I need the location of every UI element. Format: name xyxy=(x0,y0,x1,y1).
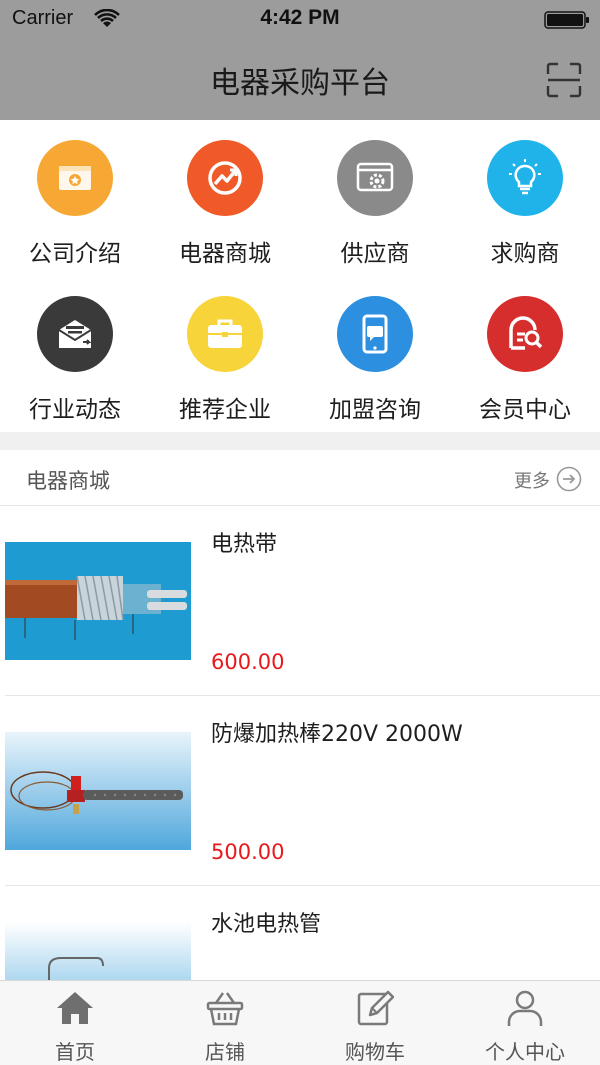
grid-item-label: 加盟咨询 xyxy=(329,397,421,423)
grid-item-label: 公司介绍 xyxy=(29,241,121,267)
tab-cart[interactable]: 购物车 xyxy=(300,981,450,1065)
arrow-right-circle-icon xyxy=(556,466,582,492)
scan-icon[interactable] xyxy=(546,62,582,98)
product-image xyxy=(5,542,191,660)
product-item[interactable]: 电热带 600.00 xyxy=(0,506,600,696)
grid-item-buyer[interactable]: 求购商 xyxy=(450,120,600,276)
grid-item-label: 电器商城 xyxy=(179,241,271,267)
member-icon xyxy=(487,296,563,372)
tab-profile[interactable]: 个人中心 xyxy=(450,981,600,1065)
section-divider xyxy=(0,432,600,450)
tab-label: 购物车 xyxy=(345,1040,405,1064)
grid-item-label: 推荐企业 xyxy=(179,397,271,423)
grid-item-member[interactable]: 会员中心 xyxy=(450,276,600,432)
product-name: 电热带 xyxy=(211,532,278,557)
more-label: 更多 xyxy=(514,471,550,492)
grid-item-company-intro[interactable]: 公司介绍 xyxy=(0,120,150,276)
page-title: 电器采购平台 xyxy=(210,66,390,101)
product-image xyxy=(5,732,191,850)
tab-label: 店铺 xyxy=(205,1040,245,1064)
grid-item-mall[interactable]: 电器商城 xyxy=(150,120,300,276)
battery-icon xyxy=(544,11,589,29)
home-icon xyxy=(57,992,93,1024)
grid-item-label: 行业动态 xyxy=(29,397,121,423)
briefcase-icon xyxy=(187,296,263,372)
clock: 4:42 PM xyxy=(260,6,340,29)
grid-item-label: 供应商 xyxy=(340,241,410,267)
section-header: 电器商城 更多 xyxy=(0,450,600,506)
user-icon xyxy=(507,990,543,1026)
section-title: 电器商城 xyxy=(26,469,110,493)
product-name: 防爆加热棒220V 2000W xyxy=(211,722,463,747)
top-bar: Carrier 4:42 PM 电器采购平台 xyxy=(0,0,600,120)
status-bar: Carrier 4:42 PM xyxy=(0,0,600,40)
edit-icon xyxy=(357,990,394,1026)
product-price: 600.00 xyxy=(211,650,285,674)
grid-item-supplier[interactable]: 供应商 xyxy=(300,120,450,276)
grid-item-label: 会员中心 xyxy=(479,397,571,423)
product-name: 水池电热管 xyxy=(211,912,322,937)
buyer-icon xyxy=(487,140,563,216)
feature-grid: 公司介绍 电器商城 供应商 求购商 行业动态 推荐企业 加盟咨询 会员中心 xyxy=(0,120,600,432)
tab-home[interactable]: 首页 xyxy=(0,981,150,1065)
product-price: 500.00 xyxy=(211,840,285,864)
consult-icon xyxy=(337,296,413,372)
basket-icon xyxy=(206,992,244,1026)
grid-item-consult[interactable]: 加盟咨询 xyxy=(300,276,450,432)
supplier-icon xyxy=(337,140,413,216)
tab-store[interactable]: 店铺 xyxy=(150,981,300,1065)
tab-label: 首页 xyxy=(55,1040,95,1064)
product-item[interactable]: 防爆加热棒220V 2000W 500.00 xyxy=(0,696,600,886)
news-icon xyxy=(37,296,113,372)
grid-item-news[interactable]: 行业动态 xyxy=(0,276,150,432)
company-intro-icon xyxy=(37,140,113,216)
tab-bar: 首页 店铺 购物车 个人中心 xyxy=(0,980,600,1065)
tab-label: 个人中心 xyxy=(485,1040,565,1064)
mall-icon xyxy=(187,140,263,216)
grid-item-recommended[interactable]: 推荐企业 xyxy=(150,276,300,432)
grid-item-label: 求购商 xyxy=(490,241,560,267)
